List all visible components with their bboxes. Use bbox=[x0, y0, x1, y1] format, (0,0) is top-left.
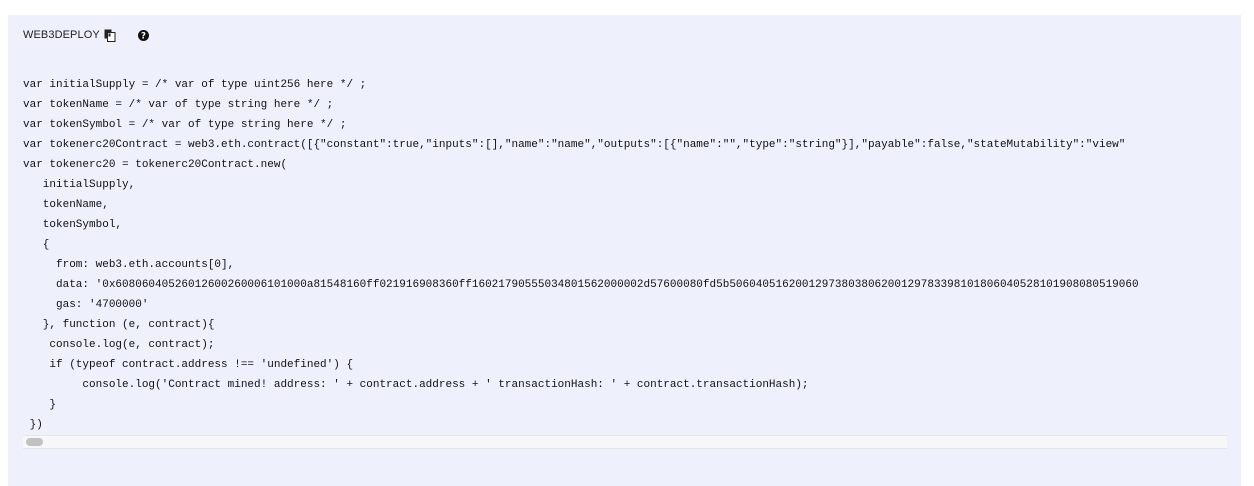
code-line: var initialSupply = /* var of type uint2… bbox=[23, 79, 367, 91]
clipboard-icon[interactable] bbox=[104, 29, 116, 42]
code-line: } bbox=[23, 399, 57, 411]
code-line: console.log(e, contract); bbox=[23, 339, 215, 351]
code-line: gas: '4700000' bbox=[23, 299, 149, 311]
code-line: }) bbox=[23, 419, 43, 431]
code-viewer[interactable]: var initialSupply = /* var of type uint2… bbox=[23, 75, 1227, 435]
code-line: tokenName, bbox=[23, 199, 109, 211]
code-line: var tokenerc20 = tokenerc20Contract.new( bbox=[23, 159, 288, 171]
horizontal-scrollbar[interactable] bbox=[23, 435, 1227, 449]
code-line: from: web3.eth.accounts[0], bbox=[23, 259, 235, 271]
panel-title: WEB3DEPLOY bbox=[23, 29, 100, 41]
code-line: data: '0x60806040526012600260006101000a8… bbox=[23, 279, 1139, 291]
web3deploy-panel: WEB3DEPLOY ? var initialSupply = /* var … bbox=[8, 15, 1241, 486]
code-line: console.log('Contract mined! address: ' … bbox=[23, 379, 809, 391]
panel-header: WEB3DEPLOY ? bbox=[23, 27, 149, 43]
code-line: tokenSymbol, bbox=[23, 219, 123, 231]
code-line: }, function (e, contract){ bbox=[23, 319, 215, 331]
code-line: if (typeof contract.address !== 'undefin… bbox=[23, 359, 354, 371]
svg-text:?: ? bbox=[141, 31, 146, 40]
question-circle-icon[interactable]: ? bbox=[137, 29, 149, 41]
code-line: var tokenSymbol = /* var of type string … bbox=[23, 119, 347, 131]
code-line: initialSupply, bbox=[23, 179, 136, 191]
code-line: var tokenName = /* var of type string he… bbox=[23, 99, 334, 111]
code-line: var tokenerc20Contract = web3.eth.contra… bbox=[23, 139, 1126, 151]
code-line: { bbox=[23, 239, 50, 251]
code-block: var initialSupply = /* var of type uint2… bbox=[23, 75, 1227, 435]
scrollbar-thumb[interactable] bbox=[26, 438, 43, 446]
